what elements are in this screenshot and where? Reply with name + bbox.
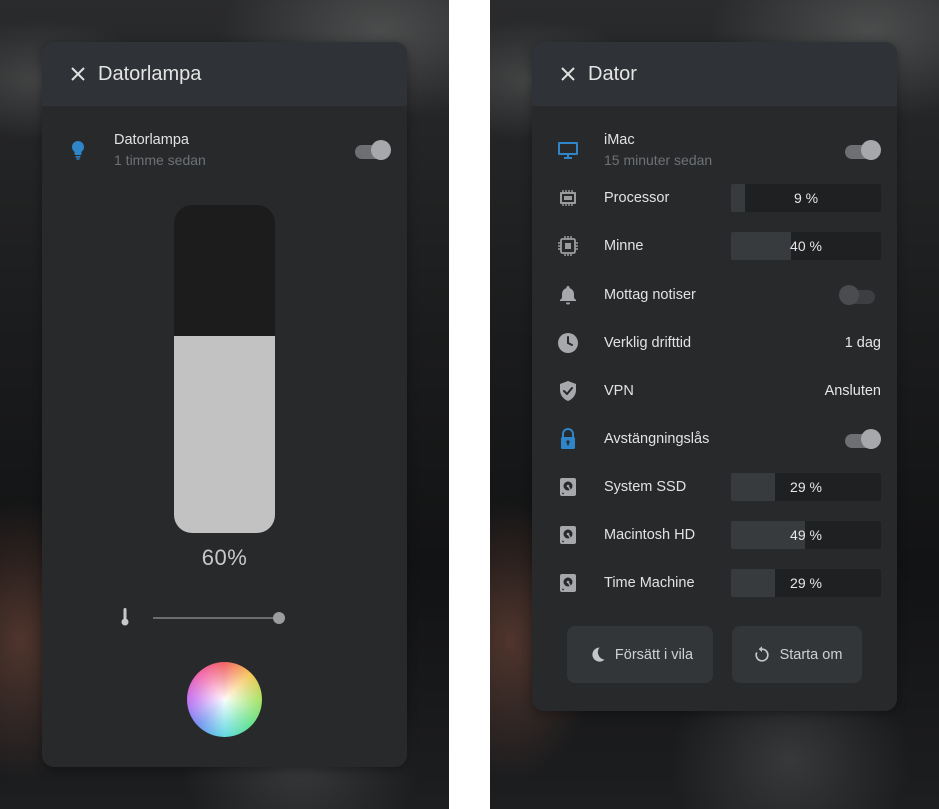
processor-usage-bar: 9 % [731,184,881,212]
row-label-vpn: VPN [604,383,634,399]
system-ssd-usage-bar: 29 % [731,473,881,501]
color-temp-slider-thumb[interactable] [273,612,285,624]
time-machine-usage-value: 29 % [790,575,822,591]
vpn-status-value: Ansluten [824,383,881,399]
restart-button[interactable]: Starta om [732,626,862,683]
row-label-shutdown-lock: Avstängningslås [604,431,710,447]
clock-icon [558,333,578,353]
lamp-power-toggle[interactable] [353,139,391,161]
shield-check-icon [560,381,576,401]
lamp-dialog: Datorlampa Datorlampa 1 timme sedan 60% [42,42,407,767]
imac-entity-name: iMac [604,132,635,148]
lock-icon [561,428,575,449]
computer-dialog: Dator iMac 15 minuter sedan Processor 9 … [532,42,897,711]
computer-dialog-title: Dator [588,62,637,85]
lightbulb-icon [71,140,85,160]
sleep-button[interactable]: Försätt i vila [567,626,713,683]
processor-usage-value: 9 % [793,190,819,206]
harddisk-icon [560,478,576,496]
uptime-value: 1 dag [844,335,881,351]
close-icon[interactable] [68,64,88,84]
brightness-slider[interactable] [174,205,275,533]
row-label-uptime: Verklig drifttid [604,335,692,351]
row-label-macintosh-hd: Macintosh HD [604,527,696,543]
notifications-toggle[interactable] [839,284,877,306]
row-label-system-ssd: System SSD [604,479,687,495]
memory-usage-bar: 40 % [731,232,881,260]
cpu-icon [560,190,576,206]
shutdown-lock-toggle[interactable] [843,428,881,450]
imac-power-toggle[interactable] [843,139,881,161]
restart-button-label: Starta om [779,646,843,663]
close-icon[interactable] [558,64,578,84]
lamp-entity-name: Datorlampa [114,132,189,148]
imac-last-changed: 15 minuter sedan [604,152,713,168]
lamp-dialog-title: Datorlampa [98,62,202,85]
brightness-value: 60% [201,545,248,570]
brightness-fill [174,336,275,533]
row-label-memory: Minne [604,238,644,254]
macintosh-hd-usage-bar: 49 % [731,521,881,549]
thermometer-icon [121,608,129,626]
harddisk-icon [560,526,576,544]
row-label-notifications: Mottag notiser [604,287,696,303]
macintosh-hd-usage-value: 49 % [790,527,822,543]
row-label-time-machine: Time Machine [604,575,695,591]
monitor-icon [558,142,578,159]
bell-icon [560,286,576,305]
computer-dialog-header: Dator [532,42,897,106]
memory-chip-icon [558,236,578,256]
color-wheel[interactable] [187,662,262,737]
harddisk-icon [560,574,576,592]
color-temp-slider-track[interactable] [153,617,279,619]
system-ssd-usage-value: 29 % [790,479,822,495]
moon-icon [592,647,605,662]
row-label-processor: Processor [604,190,670,206]
lamp-last-changed: 1 timme sedan [114,152,206,168]
restart-icon [754,645,769,662]
time-machine-usage-bar: 29 % [731,569,881,597]
sleep-button-label: Försätt i vila [614,646,694,663]
memory-usage-value: 40 % [790,238,822,254]
lamp-dialog-header: Datorlampa [42,42,407,106]
